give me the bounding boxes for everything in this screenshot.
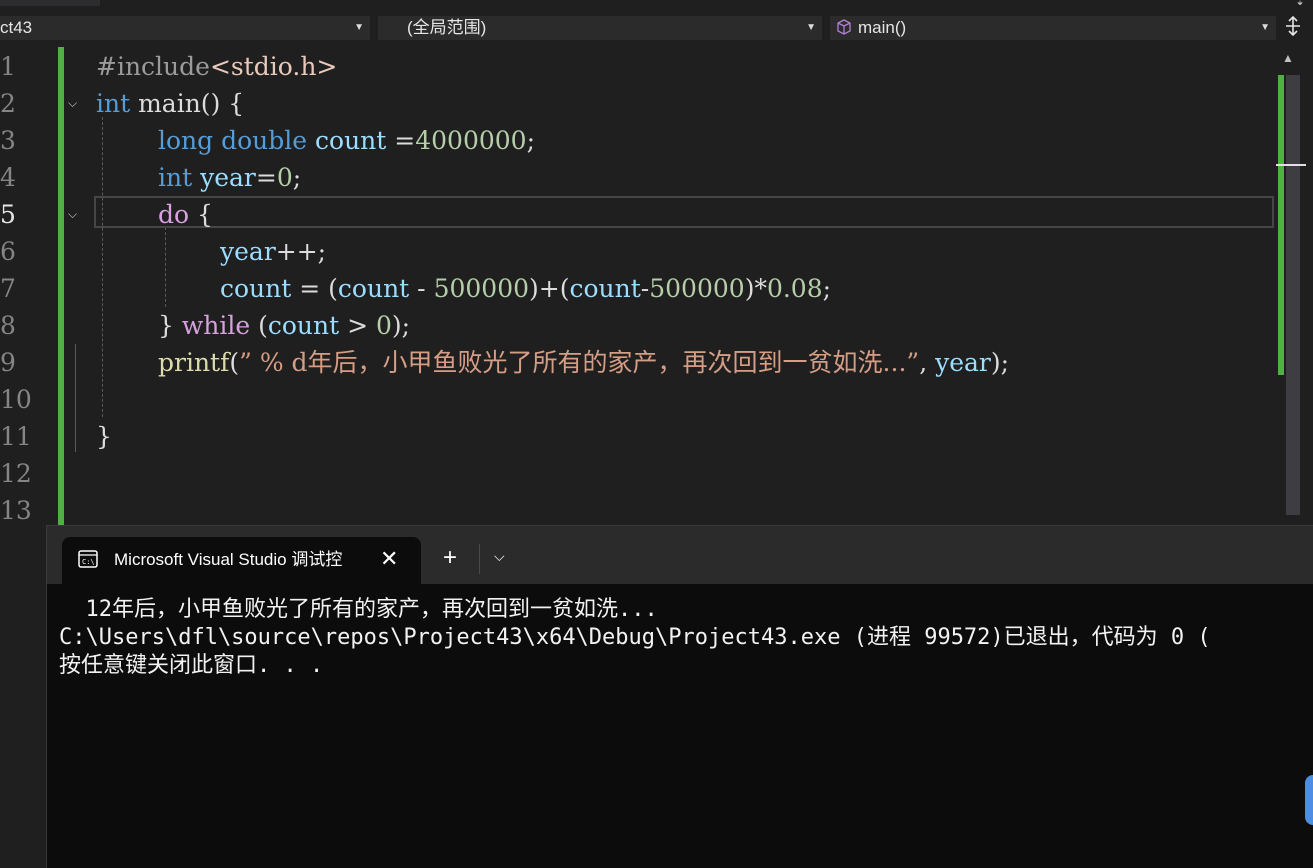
indent-guide: [102, 117, 103, 417]
chevron-down-icon: ▼: [354, 22, 364, 33]
scope-dropdown[interactable]: (全局范围) ▼: [378, 16, 822, 40]
indent-guide: [165, 227, 166, 307]
scrollbar-caret-marker: [1276, 164, 1306, 166]
console-line: C:\Users\dfl\source\repos\Project43\x64\…: [59, 625, 1211, 650]
chevron-down-icon: ▼: [1260, 22, 1270, 33]
line-number: 8: [0, 311, 16, 340]
close-icon[interactable]: ✕: [380, 547, 398, 571]
project-name: ct43: [0, 18, 33, 37]
editor-scrollbar[interactable]: ▲: [1276, 45, 1313, 525]
new-tab-button[interactable]: +: [443, 546, 457, 570]
line-number: 4: [0, 163, 16, 192]
code-line-6: year++;: [220, 237, 327, 266]
code-line-9: printf(” % d年后，小甲鱼败光了所有的家产，再次回到一贫如洗...”,…: [158, 348, 1010, 377]
code-editor[interactable]: 1 2 3 4 5 6 7 8 9 10 11 12 13 ⌵ ⌵ #inclu…: [0, 45, 1313, 525]
split-icon[interactable]: [1281, 15, 1305, 40]
code-line-4: int year=0;: [158, 163, 302, 192]
console-tab-bar: C:\ Microsoft Visual Studio 调试控 ✕ + ⌵: [47, 526, 1313, 584]
console-tab[interactable]: C:\ Microsoft Visual Studio 调试控 ✕: [62, 537, 421, 584]
line-number: 6: [0, 237, 16, 266]
project-dropdown[interactable]: ct43 ▼: [0, 16, 370, 40]
console-line: 12年后，小甲鱼败光了所有的家产，再次回到一贫如洗...: [59, 597, 658, 622]
terminal-icon: C:\: [78, 550, 98, 568]
code-line-1: #include<stdio.h>: [96, 52, 338, 81]
code-line-3: long double count =4000000;: [158, 126, 536, 155]
line-number: 1: [0, 52, 16, 81]
line-number: 11: [0, 422, 32, 451]
scrollbar-thumb[interactable]: [1286, 75, 1300, 515]
console-output: 12年后，小甲鱼败光了所有的家产，再次回到一贫如洗... C:\Users\dfl…: [59, 596, 1313, 680]
code-line-5: do {: [158, 200, 213, 229]
navigation-bar: ct43 ▼ (全局范围) ▼ main() ▼: [0, 11, 1313, 45]
debug-console-window: C:\ Microsoft Visual Studio 调试控 ✕ + ⌵ 12…: [46, 525, 1313, 868]
scope-bracket: [75, 344, 76, 452]
member-label: main(): [858, 18, 907, 37]
chevron-down-icon: ▼: [806, 22, 816, 33]
scroll-up-icon[interactable]: ▲: [1282, 51, 1294, 65]
side-panel-tab[interactable]: [1305, 775, 1313, 825]
line-number: 3: [0, 126, 16, 155]
console-tab-title: Microsoft Visual Studio 调试控: [114, 550, 343, 569]
cube-icon: [837, 19, 851, 35]
line-number: 12: [0, 459, 32, 488]
code-line-7: count = (count - 500000)+(count-500000)*…: [220, 274, 832, 303]
current-line-highlight: [94, 196, 1274, 228]
code-line-2: int main() {: [96, 89, 245, 118]
change-tracking-bar: [58, 47, 64, 525]
line-number: 2: [0, 89, 16, 118]
line-number: 10: [0, 385, 32, 414]
code-line-11: }: [96, 422, 112, 451]
line-number: 9: [0, 348, 16, 377]
member-dropdown[interactable]: main() ▼: [830, 16, 1276, 40]
scope-label: (全局范围): [407, 18, 487, 37]
fold-chevron-icon[interactable]: ⌵: [68, 196, 82, 233]
document-tab[interactable]: [0, 0, 100, 6]
line-number: 7: [0, 274, 16, 303]
scrollbar-change-marker: [1278, 75, 1284, 375]
chevron-down-icon[interactable]: ⌵: [494, 548, 505, 565]
code-line-8: } while (count > 0);: [158, 311, 411, 340]
current-line-number: 5: [0, 200, 16, 229]
svg-text:C:\: C:\: [82, 558, 95, 566]
fold-chevron-icon[interactable]: ⌵: [68, 85, 82, 122]
console-line: 按任意键关闭此窗口. . .: [59, 653, 324, 678]
tab-divider: [479, 544, 480, 574]
document-tab-strip: ⇣: [0, 0, 1313, 11]
line-number: 13: [0, 496, 32, 525]
pin-icon[interactable]: ⇣: [1295, 0, 1305, 8]
